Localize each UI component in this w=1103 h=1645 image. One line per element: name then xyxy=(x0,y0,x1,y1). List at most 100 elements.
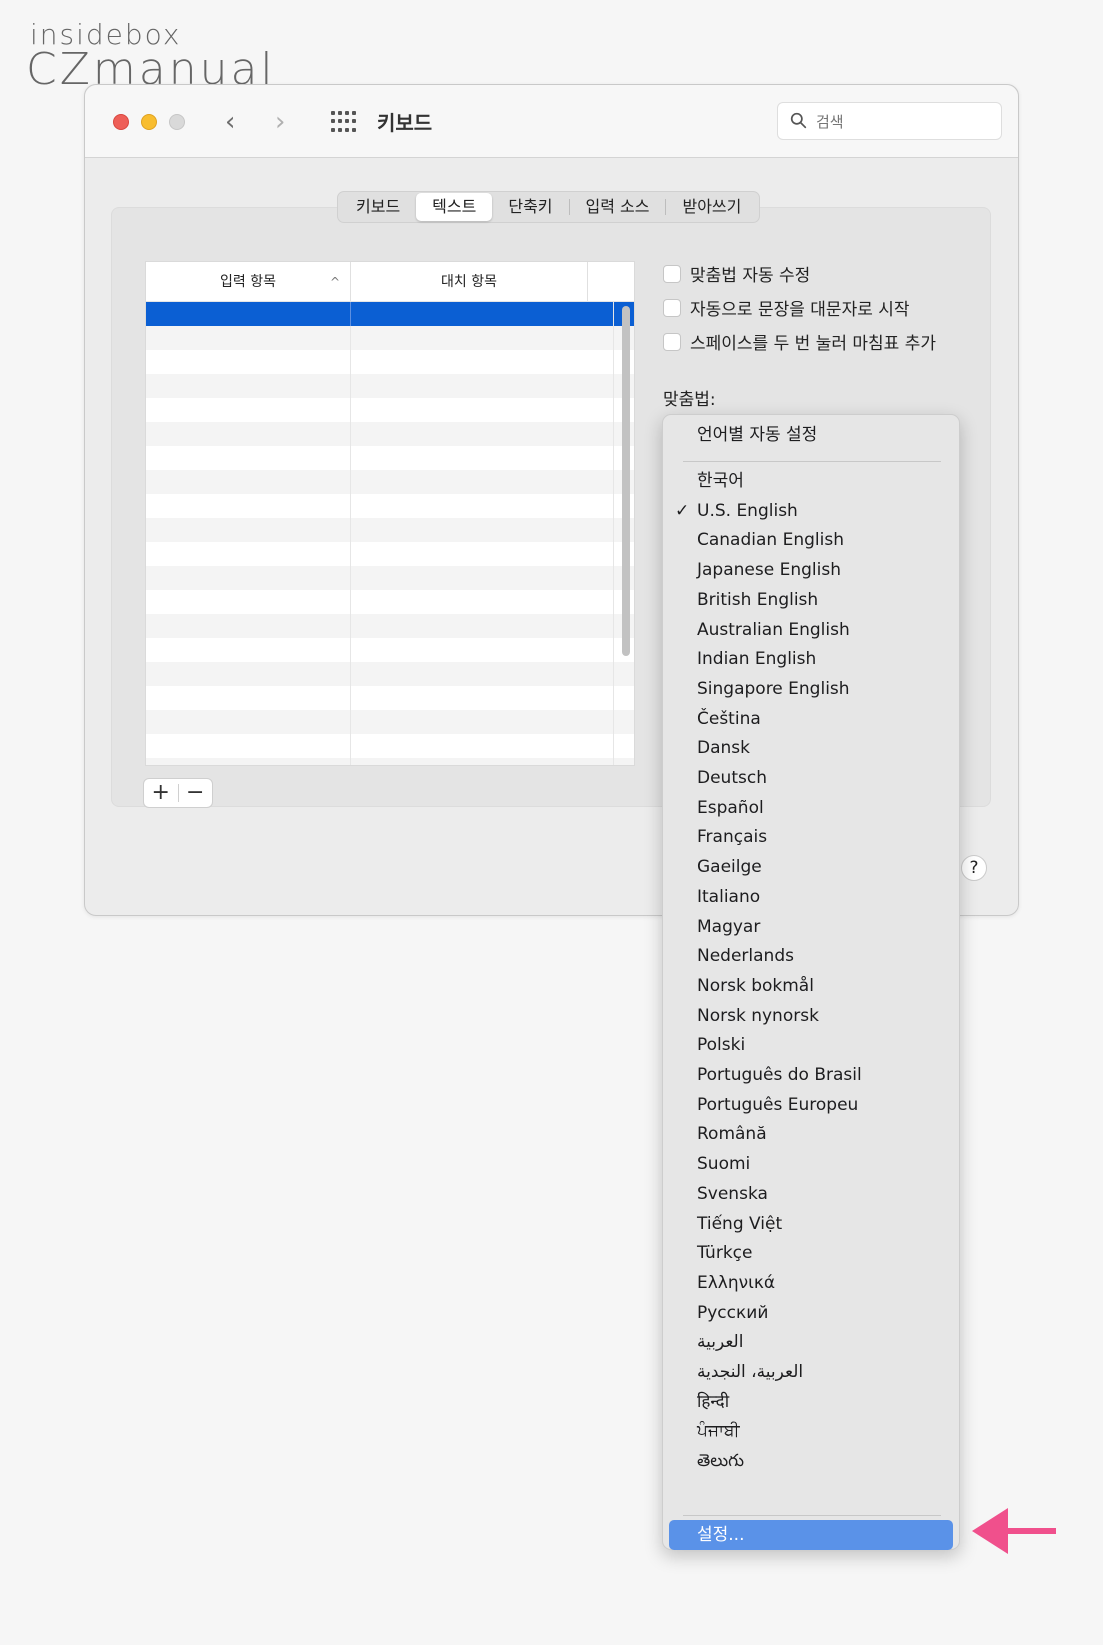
table-row[interactable] xyxy=(146,398,634,422)
auto-correct-checkbox[interactable] xyxy=(663,264,681,283)
table-row[interactable] xyxy=(146,638,634,662)
menu-item-language[interactable]: Svenska xyxy=(669,1180,953,1208)
table-row[interactable] xyxy=(146,566,634,590)
column-header-label: 입력 항목 xyxy=(220,274,276,290)
tab-input-sources[interactable]: 입력 소스 xyxy=(570,193,666,221)
menu-item-language[interactable]: Canadian English xyxy=(669,526,953,554)
menu-item-setup[interactable]: 설정... xyxy=(669,1520,953,1550)
menu-item-language[interactable]: Japanese English xyxy=(669,556,953,584)
search-field[interactable] xyxy=(777,102,1002,140)
menu-item-language[interactable]: Gaeilge xyxy=(669,853,953,881)
table-row[interactable] xyxy=(146,494,634,518)
menu-item-language[interactable]: हिन्दी xyxy=(669,1388,953,1416)
table-scrollbar[interactable] xyxy=(622,306,630,656)
menu-item-language[interactable]: Norsk nynorsk xyxy=(669,1002,953,1030)
menu-item-language[interactable]: Română xyxy=(669,1120,953,1148)
option-auto-correct[interactable]: 맞춤법 자동 수정 xyxy=(663,261,810,286)
menu-item-language[interactable]: British English xyxy=(669,586,953,614)
auto-capitalize-checkbox[interactable] xyxy=(663,298,681,317)
menu-item-language[interactable]: Magyar xyxy=(669,913,953,941)
menu-item-language[interactable]: తెలుగు xyxy=(669,1447,953,1475)
menu-item-language[interactable]: Português do Brasil xyxy=(669,1061,953,1089)
menu-item-language[interactable]: Indian English xyxy=(669,645,953,673)
table-row[interactable] xyxy=(146,470,634,494)
menu-item-language[interactable]: Italiano xyxy=(669,883,953,911)
tab-keyboard[interactable]: 키보드 xyxy=(340,193,416,221)
table-row[interactable] xyxy=(146,422,634,446)
menu-item-language[interactable]: Русский xyxy=(669,1299,953,1327)
menu-separator xyxy=(683,1515,941,1516)
menu-item-language[interactable]: Čeština xyxy=(669,705,953,733)
help-button[interactable]: ? xyxy=(961,855,987,881)
add-remove-control: + − xyxy=(143,778,213,808)
titlebar: ‹ › 키보드 xyxy=(85,85,1018,158)
table-row[interactable] xyxy=(146,758,634,765)
menu-item-language[interactable]: Polski xyxy=(669,1031,953,1059)
table-row[interactable] xyxy=(146,710,634,734)
spelling-dropdown-menu: 언어별 자동 설정 한국어 ✓ U.S. English Canadian Engli… xyxy=(662,414,960,1550)
menu-item-language[interactable]: 한국어 xyxy=(669,467,953,495)
table-row[interactable] xyxy=(146,734,634,758)
table-row[interactable] xyxy=(146,686,634,710)
option-label: 자동으로 문장을 대문자로 시작 xyxy=(690,300,910,320)
table-row[interactable] xyxy=(146,374,634,398)
table-row[interactable] xyxy=(146,662,634,686)
close-button[interactable] xyxy=(113,114,129,130)
menu-item-language[interactable]: Türkçe xyxy=(669,1239,953,1267)
menu-item-label: U.S. English xyxy=(697,500,798,521)
menu-item-language[interactable]: Singapore English xyxy=(669,675,953,703)
window-title: 키보드 xyxy=(377,111,433,135)
sort-ascending-icon: ^ xyxy=(329,275,340,289)
remove-button[interactable]: − xyxy=(178,779,212,807)
menu-item-language[interactable]: Australian English xyxy=(669,616,953,644)
menu-item-automatic[interactable]: 언어별 자동 설정 xyxy=(669,421,953,449)
table-row[interactable] xyxy=(146,518,634,542)
menu-item-language[interactable]: Dansk xyxy=(669,734,953,762)
tab-bar: 키보드 텍스트 단축키 입력 소스 받아쓰기 xyxy=(337,191,761,223)
pointer-arrow-icon xyxy=(972,1508,1056,1554)
menu-item-language[interactable]: Français xyxy=(669,823,953,851)
table-row[interactable] xyxy=(146,590,634,614)
search-input[interactable] xyxy=(816,109,986,135)
double-space-period-checkbox[interactable] xyxy=(663,332,681,351)
menu-item-language[interactable]: ਪੰਜਾਬੀ xyxy=(669,1417,953,1445)
tab-text[interactable]: 텍스트 xyxy=(416,193,493,221)
menu-item-language[interactable]: Suomi xyxy=(669,1150,953,1178)
column-header-replace[interactable]: 입력 항목 ^ xyxy=(146,262,351,301)
table-row[interactable] xyxy=(146,302,634,326)
add-button[interactable]: + xyxy=(144,779,178,807)
table-row[interactable] xyxy=(146,446,634,470)
checkmark-icon: ✓ xyxy=(675,500,690,521)
search-icon xyxy=(790,112,807,129)
zoom-button[interactable] xyxy=(169,114,185,130)
tab-dictation[interactable]: 받아쓰기 xyxy=(666,193,757,221)
menu-item-language[interactable]: Español xyxy=(669,794,953,822)
minimize-button[interactable] xyxy=(141,114,157,130)
menu-item-language[interactable]: العربية، النجدية xyxy=(669,1358,953,1386)
menu-item-language[interactable]: العربية xyxy=(669,1328,953,1356)
menu-separator xyxy=(683,461,941,462)
menu-item-language[interactable]: Deutsch xyxy=(669,764,953,792)
menu-item-language[interactable]: Português Europeu xyxy=(669,1091,953,1119)
back-chevron-icon[interactable]: ‹ xyxy=(225,107,235,137)
tab-shortcuts[interactable]: 단축키 xyxy=(492,193,568,221)
table-row[interactable] xyxy=(146,542,634,566)
menu-item-language[interactable]: ✓ U.S. English xyxy=(669,497,953,525)
table-row[interactable] xyxy=(146,614,634,638)
option-double-space-period[interactable]: 스페이스를 두 번 눌러 마침표 추가 xyxy=(663,329,936,354)
option-label: 맞춤법 자동 수정 xyxy=(690,266,811,286)
table-body xyxy=(146,302,634,765)
menu-item-language[interactable]: Nederlands xyxy=(669,942,953,970)
menu-item-language[interactable]: Norsk bokmål xyxy=(669,972,953,1000)
menu-item-language[interactable]: Tiếng Việt xyxy=(669,1210,953,1238)
table-row[interactable] xyxy=(146,326,634,350)
option-label: 스페이스를 두 번 눌러 마침표 추가 xyxy=(690,334,936,354)
forward-chevron-icon[interactable]: › xyxy=(275,107,285,137)
option-auto-capitalize[interactable]: 자동으로 문장을 대문자로 시작 xyxy=(663,295,910,320)
column-header-with[interactable]: 대치 항목 xyxy=(351,262,588,301)
spelling-label: 맞춤법: xyxy=(663,390,716,410)
table-header: 입력 항목 ^ 대치 항목 xyxy=(146,262,634,302)
menu-item-language[interactable]: Ελληνικά xyxy=(669,1269,953,1297)
table-row[interactable] xyxy=(146,350,634,374)
show-all-grid-icon[interactable] xyxy=(331,111,357,133)
